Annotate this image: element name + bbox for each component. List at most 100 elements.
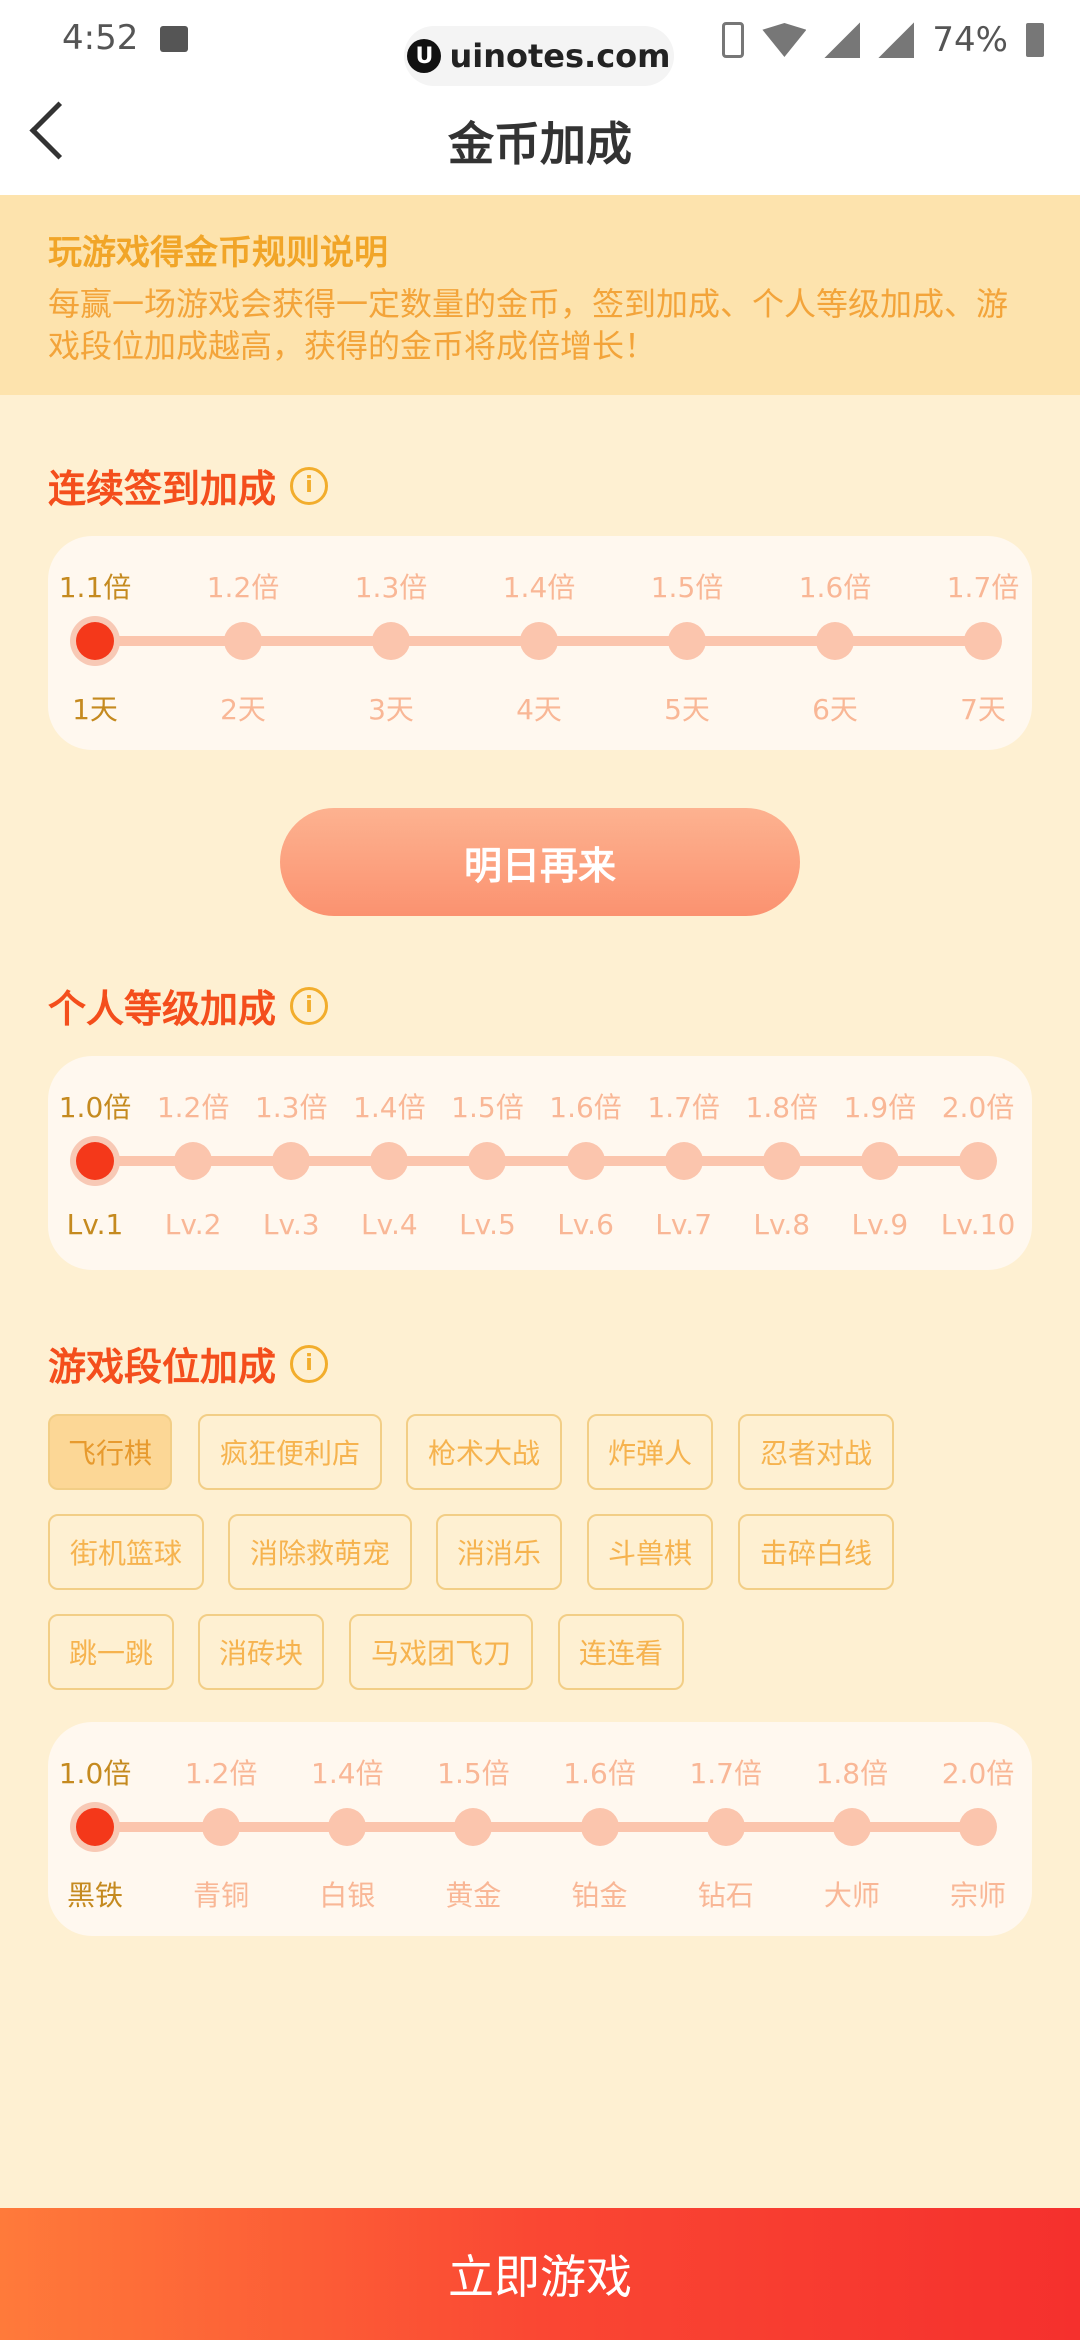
step-multiplier: 1.3倍 — [254, 1091, 328, 1124]
step-dot — [580, 1808, 619, 1846]
step-multiplier: 1.4倍 — [311, 1757, 384, 1790]
vibrate-icon — [722, 22, 745, 58]
step-multiplier: 1.7倍 — [647, 1091, 720, 1124]
step-dot — [76, 1142, 114, 1180]
checkin-progress-card: 1.1倍 1天 1.2倍 2天 1.3倍 3天 1.4倍 4天 1.5倍 5天 1.6倍 6天 1.7倍… — [48, 536, 1032, 750]
game-chip[interactable]: 飞行棋 — [48, 1414, 172, 1490]
step-dot — [816, 622, 854, 660]
info-icon[interactable]: i — [290, 986, 329, 1025]
level-progress-card: 1.0倍 Lv.1 1.2倍 Lv.2 1.3倍 Lv.3 1.4倍 Lv.4 1.5倍 Lv.5… — [48, 1056, 1032, 1270]
step-multiplier: 1.8倍 — [745, 1091, 819, 1124]
play-now-button[interactable]: 立即游戏 — [0, 2208, 1080, 2340]
step-label: 铂金 — [571, 1879, 628, 1912]
step-multiplier: 1.4倍 — [353, 1091, 426, 1124]
step-label: 2天 — [220, 693, 266, 726]
step-multiplier: 1.5倍 — [650, 571, 724, 604]
game-chip[interactable]: 街机篮球 — [48, 1514, 204, 1590]
step-dot — [328, 1808, 367, 1846]
step-label: Lv.6 — [557, 1208, 614, 1241]
step-multiplier: 1.7倍 — [689, 1757, 762, 1790]
status-time: 4:52 — [62, 18, 139, 58]
step-label: Lv.7 — [655, 1208, 713, 1241]
checkin-section-title: 连续签到加成 i — [48, 458, 329, 513]
watermark-logo-icon: U — [407, 39, 442, 73]
image-notification-icon — [160, 26, 188, 52]
game-chip[interactable]: 枪术大战 — [406, 1414, 562, 1490]
step-dot — [566, 1142, 605, 1180]
come-back-tomorrow-button[interactable]: 明日再来 — [280, 808, 800, 916]
step-multiplier: 1.4倍 — [502, 571, 576, 604]
step-label: 白银 — [319, 1879, 376, 1912]
step-label: 大师 — [823, 1879, 880, 1912]
checkin-title-text: 连续签到加成 — [48, 467, 277, 511]
step-label: 宗师 — [949, 1879, 1007, 1912]
step-multiplier: 1.2倍 — [206, 571, 280, 604]
step-label: Lv.2 — [164, 1208, 222, 1241]
game-chip[interactable]: 忍者对战 — [738, 1414, 894, 1490]
watermark-text: uinotes.com — [449, 37, 671, 75]
step-label: 钻石 — [697, 1879, 754, 1912]
signal-icon — [824, 22, 861, 58]
game-chip[interactable]: 斗兽棋 — [587, 1514, 713, 1590]
top-bar: 4:52 Uuinotes.com 74% 金币加成 — [0, 0, 1080, 195]
rank-title-text: 游戏段位加成 — [48, 1345, 277, 1389]
step-multiplier: 1.6倍 — [798, 571, 872, 604]
step-dot — [762, 1142, 801, 1180]
battery-icon — [1026, 23, 1044, 57]
step-dot — [860, 1142, 899, 1180]
step-dot — [224, 622, 262, 660]
step-multiplier: 1.6倍 — [563, 1757, 636, 1790]
game-chip[interactable]: 疯狂便利店 — [198, 1414, 382, 1490]
game-chip[interactable]: 消消乐 — [436, 1514, 562, 1590]
step-multiplier: 1.7倍 — [946, 571, 1020, 604]
step-label: Lv.1 — [66, 1208, 124, 1241]
rules-banner: 玩游戏得金币规则说明 每赢一场游戏会获得一定数量的金币，签到加成、个人等级加成、… — [0, 195, 1080, 395]
step-multiplier: 2.0倍 — [941, 1757, 1015, 1790]
step-multiplier: 1.2倍 — [156, 1091, 230, 1124]
step-dot — [370, 1142, 409, 1180]
status-icons: 74% — [722, 20, 1044, 60]
step-multiplier: 1.5倍 — [437, 1757, 510, 1790]
game-chip[interactable]: 连连看 — [558, 1614, 684, 1690]
step-dot — [664, 1142, 703, 1180]
step-label: Lv.9 — [851, 1208, 909, 1241]
game-chip[interactable]: 消除救萌宠 — [228, 1514, 412, 1590]
step-label: 3天 — [368, 693, 414, 726]
step-dot — [959, 1142, 997, 1180]
step-multiplier: 1.1倍 — [58, 571, 132, 604]
level-title-text: 个人等级加成 — [48, 987, 277, 1031]
page-title: 金币加成 — [448, 117, 632, 171]
step-dot — [372, 622, 410, 660]
step-multiplier: 1.9倍 — [843, 1091, 917, 1124]
game-chip[interactable]: 消砖块 — [198, 1614, 324, 1690]
step-dot — [706, 1808, 745, 1846]
step-label: Lv.10 — [940, 1208, 1016, 1241]
step-multiplier: 1.2倍 — [184, 1757, 258, 1790]
step-label: 7天 — [960, 693, 1006, 726]
wifi-icon — [762, 23, 807, 57]
game-chip[interactable]: 马戏团飞刀 — [349, 1614, 533, 1690]
step-label: Lv.8 — [753, 1208, 811, 1241]
step-dot — [468, 1142, 507, 1180]
step-label: 6天 — [812, 693, 858, 726]
step-label: Lv.3 — [262, 1208, 320, 1241]
step-dot — [174, 1142, 213, 1180]
game-chip[interactable]: 跳一跳 — [48, 1614, 174, 1690]
step-label: Lv.5 — [459, 1208, 516, 1241]
step-multiplier: 1.3倍 — [354, 571, 428, 604]
battery-percent: 74% — [932, 20, 1008, 60]
step-label: 5天 — [664, 693, 710, 726]
game-chip[interactable]: 击碎白线 — [738, 1514, 894, 1590]
game-chip[interactable]: 炸弹人 — [587, 1414, 713, 1490]
info-icon[interactable]: i — [290, 1344, 329, 1383]
step-dot — [668, 622, 706, 660]
progress-track — [95, 1156, 978, 1166]
signal-icon-2 — [878, 22, 915, 58]
step-multiplier: 1.0倍 — [58, 1091, 132, 1124]
rules-text: 每赢一场游戏会获得一定数量的金币，签到加成、个人等级加成、游戏段位加成越高，获得… — [48, 285, 1009, 365]
info-icon[interactable]: i — [290, 466, 329, 505]
step-dot — [76, 622, 114, 660]
step-multiplier: 2.0倍 — [941, 1091, 1015, 1124]
step-dot — [272, 1142, 311, 1180]
watermark: Uuinotes.com — [404, 26, 674, 86]
